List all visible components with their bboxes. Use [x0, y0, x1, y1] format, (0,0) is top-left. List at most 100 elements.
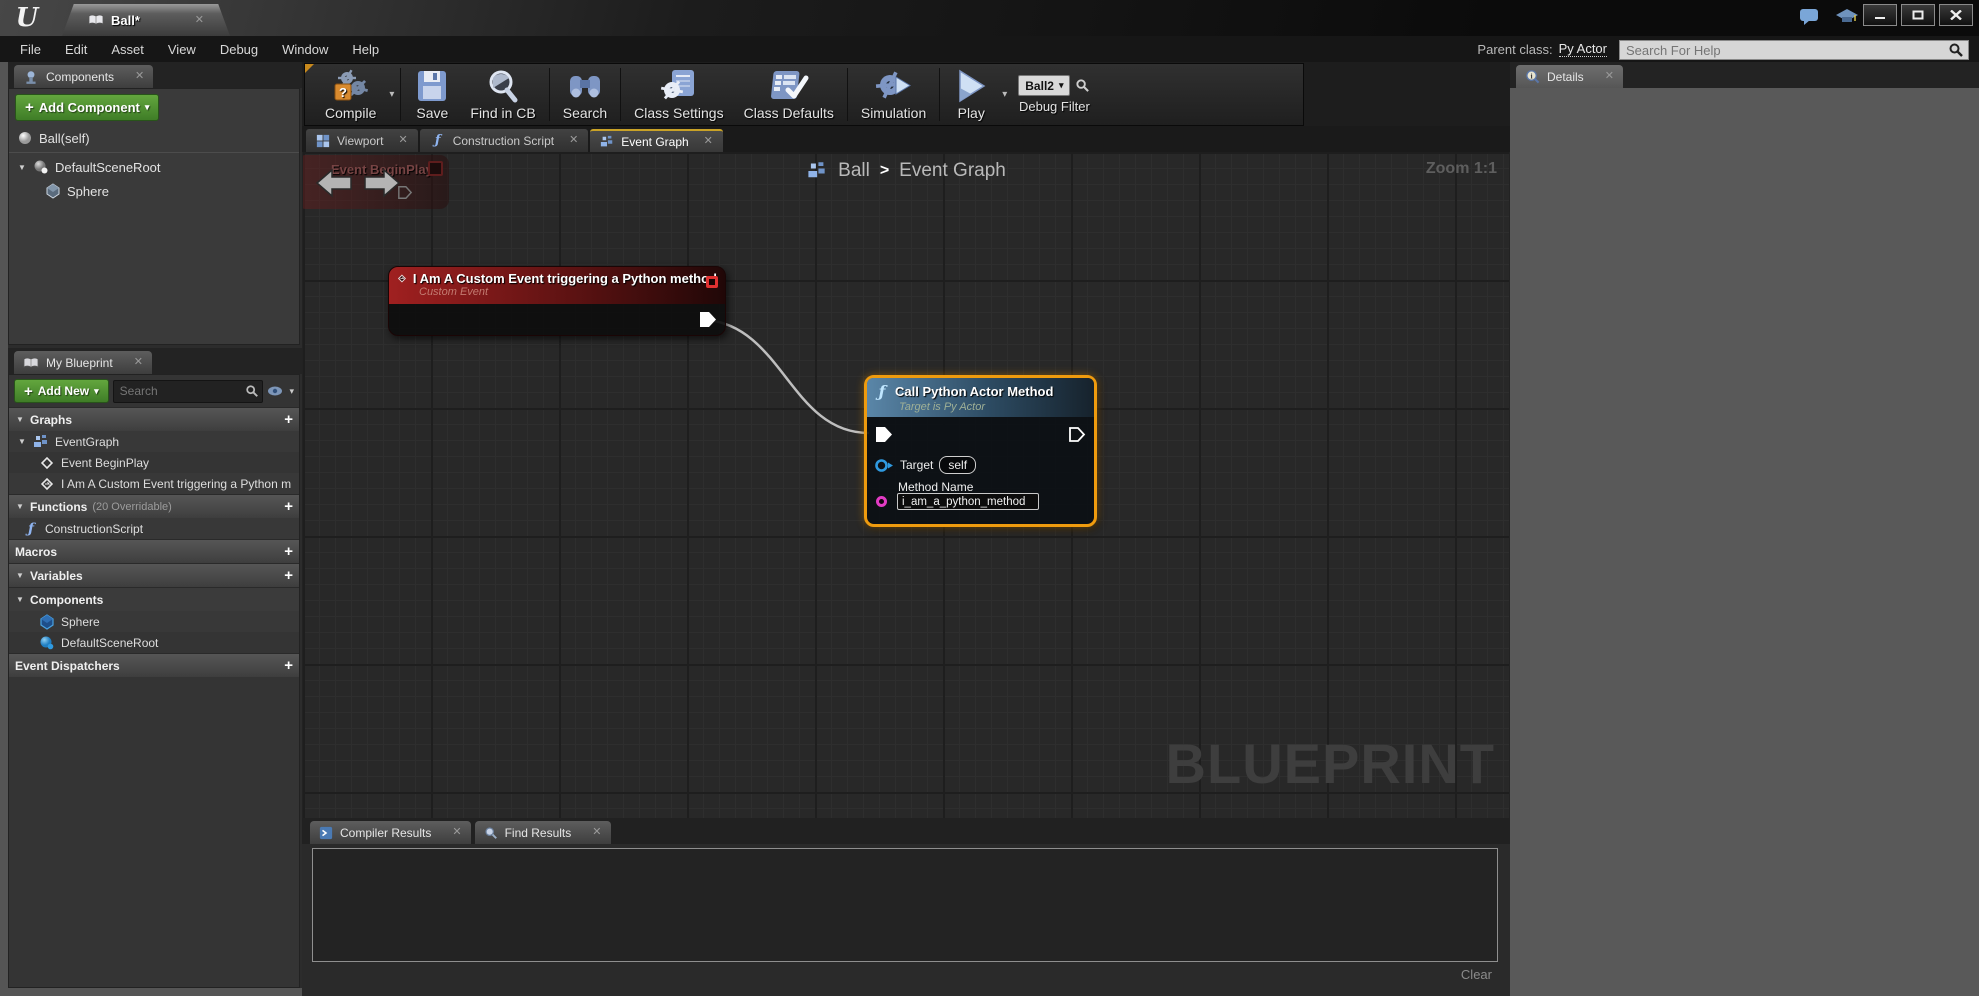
tab-compiler-results[interactable]: Compiler Results ✕: [310, 821, 471, 844]
tab-components[interactable]: Components ✕: [14, 65, 154, 88]
component-row-ball-self[interactable]: Ball(self): [9, 126, 299, 150]
graph-item-event-beginplay[interactable]: Event BeginPlay: [9, 452, 299, 473]
tab-find-results[interactable]: Find Results ✕: [474, 821, 611, 844]
my-blueprint-search-input[interactable]: [113, 384, 246, 398]
find-in-cb-button[interactable]: Find in CB: [460, 64, 545, 125]
target-value-box[interactable]: self: [939, 456, 977, 474]
target-object-pin-icon[interactable]: [875, 458, 894, 472]
simulation-button[interactable]: Simulation: [851, 64, 936, 125]
add-event-dispatcher-button[interactable]: +: [284, 658, 293, 673]
delegate-pin[interactable]: [706, 276, 718, 288]
add-function-button[interactable]: +: [284, 499, 293, 514]
maximize-button[interactable]: [1901, 4, 1935, 26]
compile-options-caret[interactable]: ▾: [386, 89, 397, 100]
event-graph-canvas[interactable]: Ball > Event Graph Zoom 1:1 BLUEPRINT Ev…: [303, 152, 1509, 818]
graph-item-eventgraph[interactable]: ▼ EventGraph: [9, 431, 299, 452]
tab-construction-script[interactable]: ƒ Construction Script ✕: [419, 129, 589, 152]
exec-pin-out-icon[interactable]: [1068, 426, 1086, 443]
menu-asset[interactable]: Asset: [99, 42, 156, 57]
tab-event-graph[interactable]: Event Graph ✕: [590, 129, 723, 152]
play-button[interactable]: Play: [943, 64, 999, 125]
breadcrumb-root[interactable]: Ball: [838, 160, 870, 182]
search-button[interactable]: Search: [553, 64, 617, 125]
close-icon[interactable]: ✕: [452, 827, 461, 838]
asset-tab-ball[interactable]: Ball* ✕: [62, 4, 230, 36]
add-component-button[interactable]: + Add Component ▾: [15, 94, 160, 121]
minimize-button[interactable]: [1863, 4, 1897, 26]
add-graph-button[interactable]: +: [284, 412, 293, 427]
component-row-sphere[interactable]: Sphere: [9, 179, 299, 203]
add-macro-button[interactable]: +: [284, 544, 293, 559]
blueprint-watermark: BLUEPRINT: [1165, 732, 1495, 795]
tutorial-cap-icon[interactable]: [1835, 8, 1859, 26]
nav-back-icon[interactable]: [315, 168, 353, 198]
tab-viewport[interactable]: Viewport ✕: [306, 129, 418, 152]
node-custom-event[interactable]: I Am A Custom Event triggering a Python …: [388, 266, 726, 336]
eventgraph-icon: [601, 135, 613, 146]
close-window-button[interactable]: [1939, 4, 1973, 26]
magnifier-icon: [484, 826, 497, 839]
close-icon[interactable]: ✕: [398, 135, 407, 146]
tree-separator: [9, 152, 299, 153]
clear-results-button[interactable]: Clear: [1461, 967, 1492, 982]
chat-bubble-icon[interactable]: [1799, 8, 1821, 26]
graph-nav-arrows: [315, 168, 401, 198]
section-header-functions[interactable]: ▼ Functions (20 Overridable) +: [9, 494, 299, 518]
graph-item-custom-event[interactable]: I Am A Custom Event triggering a Python …: [9, 473, 299, 494]
caret-down-icon[interactable]: ▾: [289, 386, 294, 397]
event-diamond-icon: [40, 477, 54, 490]
variable-item-sphere[interactable]: Sphere: [9, 611, 299, 632]
add-new-button[interactable]: + Add New ▾: [14, 379, 109, 403]
tab-details[interactable]: i Details ✕: [1516, 65, 1623, 88]
graph-item-label: EventGraph: [55, 434, 120, 449]
menu-edit[interactable]: Edit: [53, 42, 99, 57]
section-header-macros[interactable]: Macros +: [9, 539, 299, 563]
method-name-string-pin-icon[interactable]: [876, 496, 887, 507]
compile-button[interactable]: ? Compile: [315, 64, 386, 125]
class-defaults-button[interactable]: Class Defaults: [734, 64, 844, 125]
play-options-caret[interactable]: ▾: [999, 89, 1010, 100]
exec-pin-out-icon[interactable]: [699, 311, 717, 328]
menu-file[interactable]: File: [8, 42, 53, 57]
close-icon[interactable]: ✕: [1605, 71, 1614, 82]
menu-view[interactable]: View: [156, 42, 208, 57]
debug-object-select[interactable]: Ball2 ▾: [1018, 75, 1071, 96]
section-label: Variables: [30, 568, 83, 583]
tab-label: Event Graph: [621, 134, 689, 149]
tab-my-blueprint[interactable]: My Blueprint ✕: [14, 351, 152, 374]
section-header-event-dispatchers[interactable]: Event Dispatchers +: [9, 653, 299, 677]
debug-search-icon[interactable]: [1075, 78, 1090, 93]
menu-debug[interactable]: Debug: [208, 42, 270, 57]
close-icon[interactable]: ✕: [135, 71, 144, 82]
visibility-eye-icon[interactable]: [267, 385, 285, 397]
close-icon[interactable]: ✕: [704, 136, 713, 147]
section-header-components-category[interactable]: ▼ Components: [9, 587, 299, 611]
parent-class-link[interactable]: Py Actor: [1558, 41, 1607, 57]
function-item-constructionscript[interactable]: ƒ ConstructionScript: [9, 518, 299, 539]
nav-forward-icon[interactable]: [363, 168, 401, 198]
method-name-input[interactable]: [897, 493, 1039, 510]
exec-pin-in-icon[interactable]: [875, 426, 893, 443]
menu-window[interactable]: Window: [270, 42, 340, 57]
close-icon[interactable]: ✕: [134, 357, 143, 368]
delegate-pin[interactable]: [428, 161, 443, 176]
close-icon[interactable]: ✕: [592, 827, 601, 838]
node-call-python-actor-method[interactable]: ƒ Call Python Actor Method Target is Py …: [864, 375, 1097, 527]
add-variable-button[interactable]: +: [284, 568, 293, 583]
variable-item-defaultsceneroot[interactable]: DefaultSceneRoot: [9, 632, 299, 653]
section-header-variables[interactable]: ▼ Variables +: [9, 563, 299, 587]
component-row-label: Sphere: [67, 183, 109, 199]
help-search-input[interactable]: [1620, 42, 1948, 58]
class-settings-button[interactable]: Class Settings: [624, 64, 733, 125]
save-button[interactable]: Save: [404, 64, 460, 125]
expanded-icon[interactable]: ▼: [17, 163, 27, 172]
function-f-icon: ƒ: [434, 133, 441, 148]
section-header-graphs[interactable]: ▼ Graphs +: [9, 407, 299, 431]
menu-help[interactable]: Help: [340, 42, 391, 57]
node-subtitle: Target is Py Actor: [899, 401, 985, 413]
search-icon: [1949, 43, 1963, 57]
close-icon[interactable]: ✕: [195, 14, 204, 26]
component-row-defaultsceneroot[interactable]: ▼ DefaultSceneRoot: [9, 155, 299, 179]
search-icon: [246, 385, 259, 397]
close-icon[interactable]: ✕: [569, 135, 578, 146]
